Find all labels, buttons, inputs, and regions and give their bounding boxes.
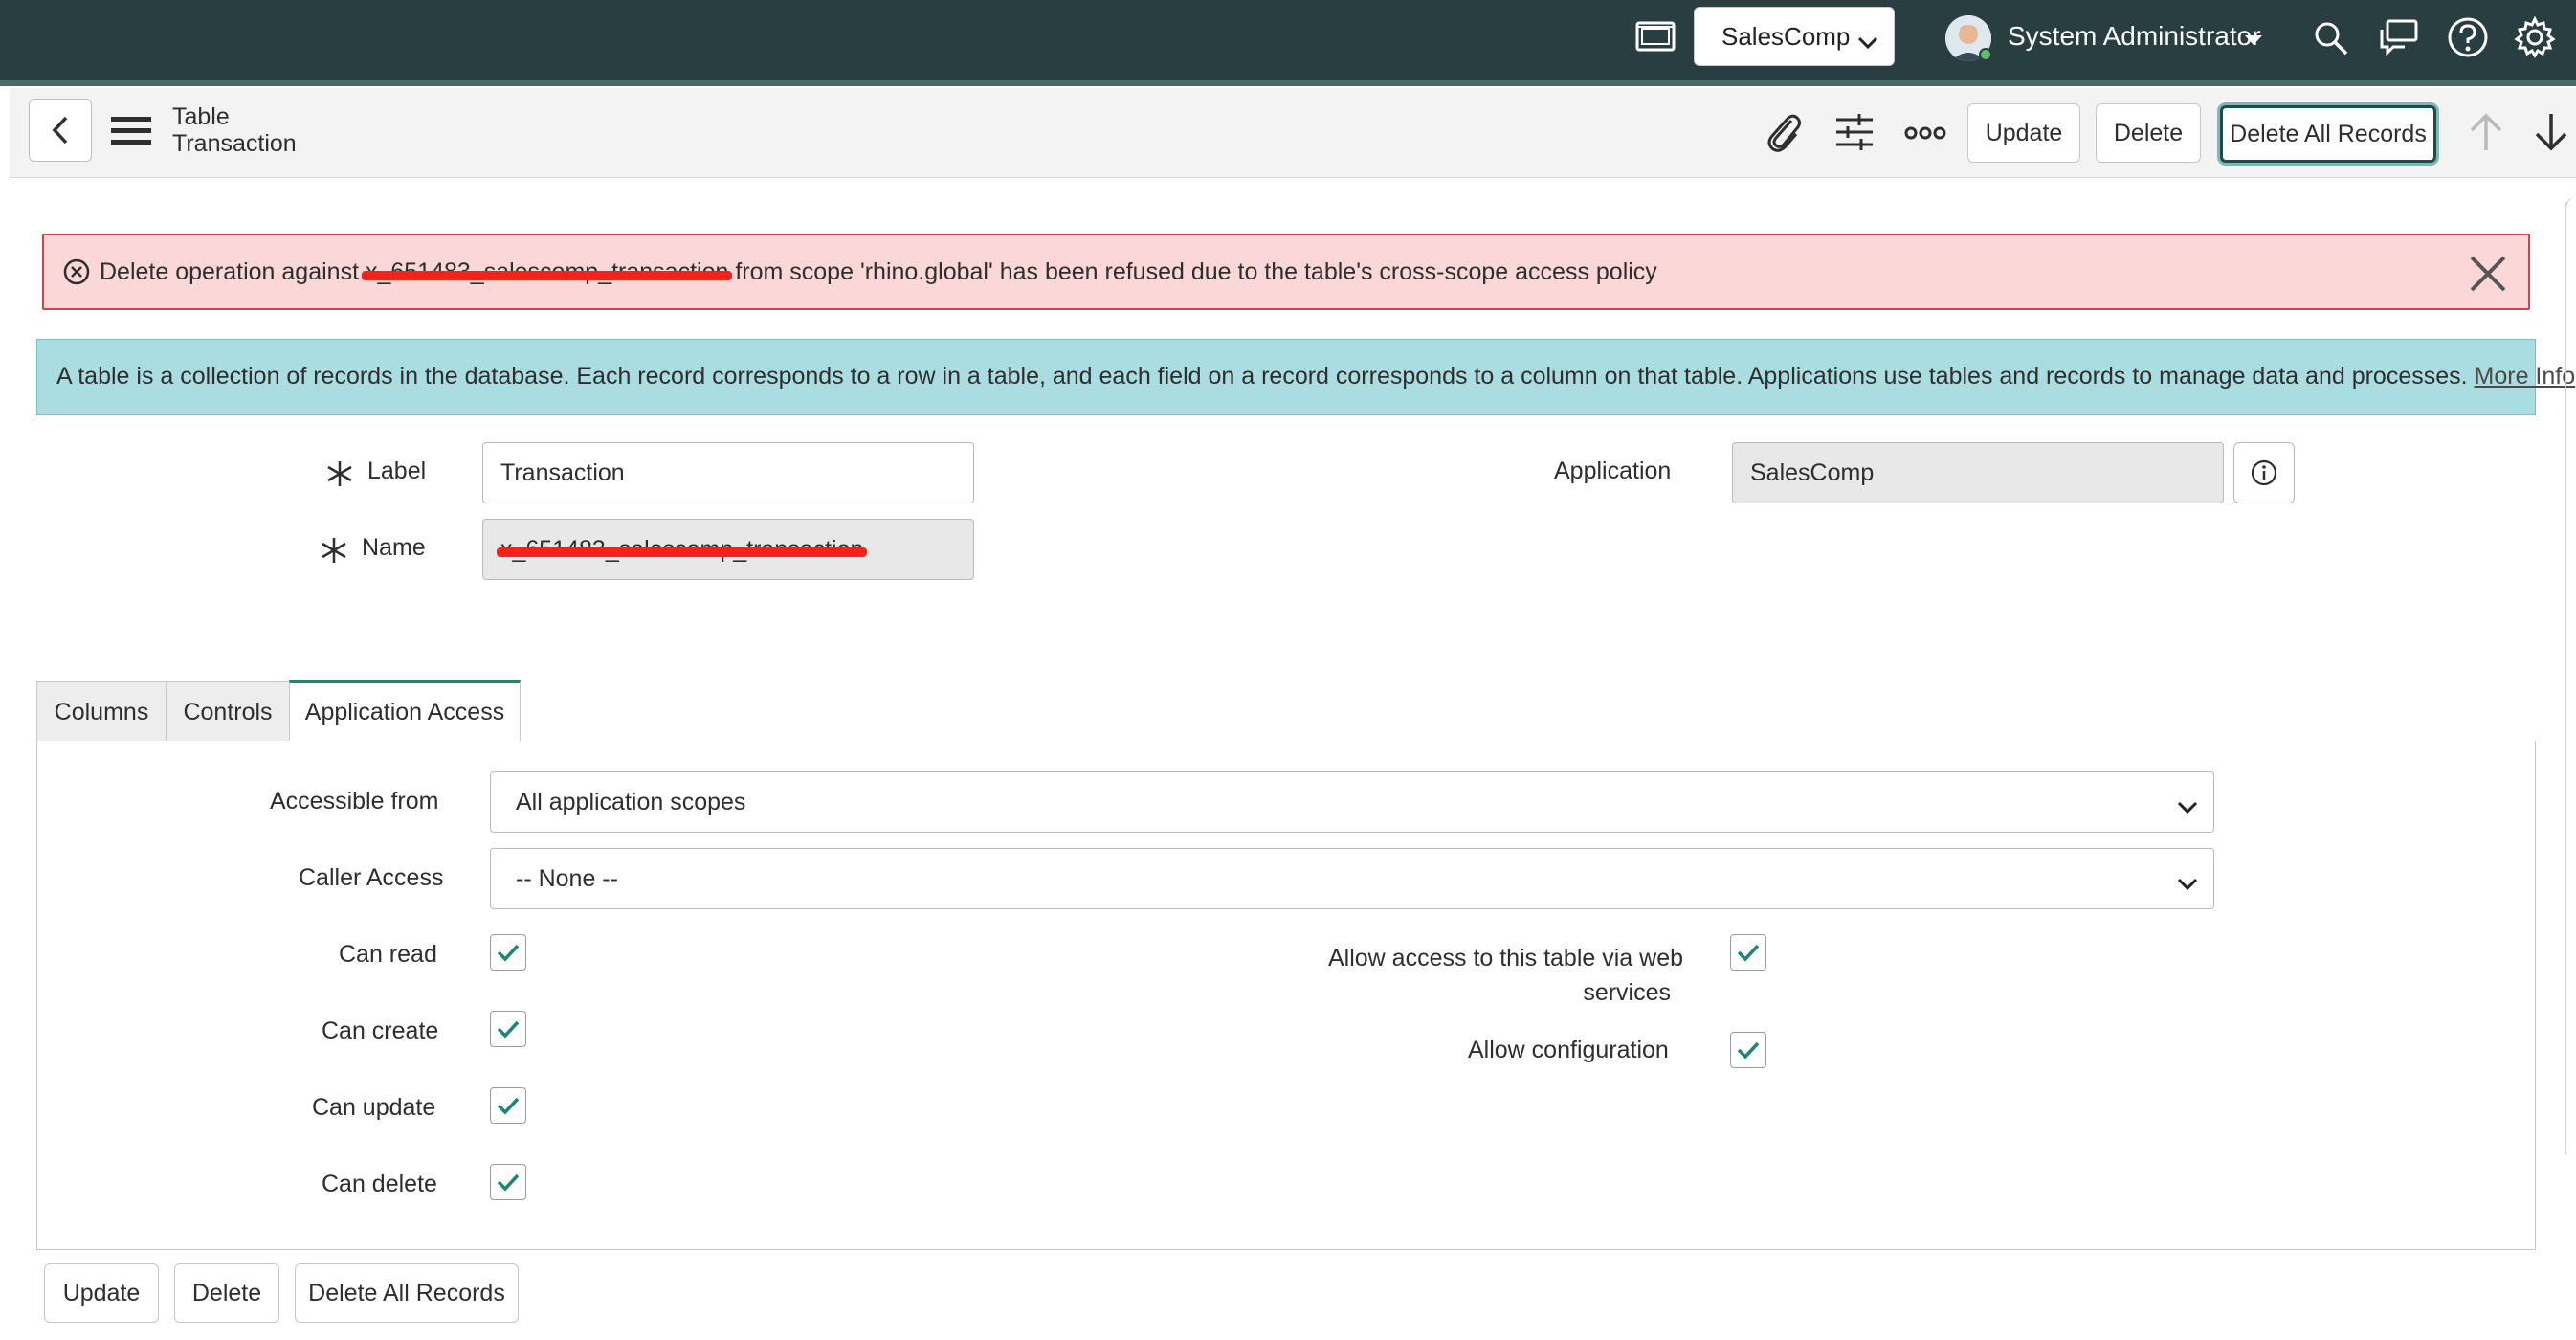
- checkmark-icon: [1737, 1041, 1760, 1060]
- error-message-start: Delete operation against: [100, 258, 366, 285]
- form-title: Table Transaction: [172, 103, 297, 157]
- redacted-table-name: x_651483_salescomp_transaction: [361, 258, 733, 285]
- caller-access-value: -- None --: [516, 864, 618, 892]
- web-services-checkbox[interactable]: [1730, 934, 1766, 971]
- can-create-checkbox[interactable]: [490, 1011, 526, 1047]
- info-icon: [2251, 459, 2277, 486]
- chevron-left-icon: [52, 116, 68, 145]
- caret-down-icon[interactable]: [2245, 33, 2262, 50]
- error-alert: Delete operation against x_651483_salesc…: [42, 234, 2530, 310]
- caller-access-select[interactable]: -- None --: [490, 848, 2214, 909]
- accessible-from-select[interactable]: All application scopes: [490, 771, 2214, 833]
- checkmark-icon: [497, 1020, 520, 1038]
- error-message-end: from scope 'rhino.global' has been refus…: [728, 258, 1657, 285]
- chevron-down-icon: [1857, 27, 1878, 56]
- can-read-checkbox[interactable]: [490, 934, 526, 971]
- bottom-update-button[interactable]: Update: [44, 1263, 159, 1323]
- accessible-from-value: All application scopes: [516, 788, 746, 815]
- application-field-label: Application: [1554, 458, 1672, 484]
- label-field-label: Label: [367, 458, 427, 484]
- bottom-delete-all-records-button[interactable]: Delete All Records: [295, 1263, 519, 1323]
- error-circle-icon: [63, 258, 90, 290]
- form-menu-icon[interactable]: [111, 115, 151, 152]
- can-update-checkbox[interactable]: [490, 1087, 526, 1124]
- arrow-down-icon[interactable]: [2532, 111, 2570, 153]
- user-name[interactable]: System Administrator: [2008, 21, 2261, 52]
- form-title-record: Transaction: [172, 130, 297, 157]
- close-icon[interactable]: [2469, 255, 2507, 298]
- checkmark-icon: [497, 1097, 520, 1115]
- label-input[interactable]: Transaction: [482, 442, 974, 503]
- delete-button[interactable]: Delete: [2096, 103, 2201, 163]
- paperclip-icon[interactable]: [1761, 109, 1807, 155]
- allow-configuration-label: Allow configuration: [1468, 1037, 1669, 1063]
- banner-divider: [0, 80, 2576, 86]
- window-icon[interactable]: [1632, 17, 1678, 56]
- personalize-form-icon[interactable]: [1832, 109, 1877, 155]
- can-delete-label: Can delete: [322, 1171, 437, 1197]
- caller-access-label: Caller Access: [299, 864, 444, 891]
- more-options-icon[interactable]: [1902, 119, 1948, 147]
- redacted-name-value: x_651483_salescomp_transaction: [496, 535, 868, 563]
- tab-columns[interactable]: Columns: [36, 681, 167, 743]
- required-asterisk-icon: [325, 459, 354, 493]
- tab-application-access[interactable]: Application Access: [289, 680, 521, 743]
- accessible-from-label: Accessible from: [270, 788, 439, 815]
- can-delete-checkbox[interactable]: [490, 1164, 526, 1200]
- can-read-label: Can read: [339, 941, 437, 968]
- application-info-button[interactable]: [2233, 442, 2295, 503]
- back-button[interactable]: [29, 99, 92, 162]
- update-button[interactable]: Update: [1967, 103, 2080, 163]
- help-icon[interactable]: [2446, 15, 2490, 59]
- can-create-label: Can create: [322, 1017, 439, 1044]
- more-info-link[interactable]: More Info: [2475, 363, 2576, 390]
- web-services-label-line2: services: [1583, 979, 1671, 1006]
- scope-picker-value: SalesComp: [1721, 21, 1851, 51]
- scope-picker[interactable]: SalesComp: [1694, 7, 1895, 66]
- error-message: Delete operation against x_651483_salesc…: [100, 258, 1657, 286]
- chat-icon[interactable]: [2377, 15, 2421, 59]
- tab-controls[interactable]: Controls: [166, 681, 290, 743]
- checkmark-icon: [1737, 944, 1760, 962]
- checkmark-icon: [497, 1173, 520, 1192]
- checkmark-icon: [497, 944, 520, 962]
- form-title-table: Table: [172, 103, 230, 130]
- name-input: x_651483_salescomp_transaction: [482, 519, 974, 580]
- arrow-up-icon[interactable]: [2467, 111, 2505, 153]
- application-input: SalesComp: [1732, 442, 2224, 503]
- scrollbar[interactable]: [2565, 197, 2576, 1154]
- info-message: A table is a collection of records in th…: [56, 363, 2575, 391]
- presence-indicator: [1979, 48, 1992, 61]
- delete-all-records-button[interactable]: Delete All Records: [2220, 105, 2436, 163]
- chevron-down-icon: [2177, 870, 2198, 898]
- web-services-label-line1: Allow access to this table via web: [1328, 945, 1684, 972]
- info-alert: A table is a collection of records in th…: [36, 339, 2575, 415]
- web-services-label: Allow access to this table via web servi…: [1328, 941, 1684, 1010]
- gear-icon[interactable]: [2513, 15, 2557, 59]
- search-icon[interactable]: [2310, 17, 2352, 59]
- required-asterisk-icon: [320, 536, 348, 570]
- chevron-down-icon: [2177, 793, 2198, 821]
- bottom-delete-button[interactable]: Delete: [174, 1263, 279, 1323]
- info-message-text: A table is a collection of records in th…: [56, 363, 2475, 390]
- allow-configuration-checkbox[interactable]: [1730, 1032, 1766, 1068]
- can-update-label: Can update: [312, 1094, 436, 1121]
- name-field-label: Name: [362, 534, 426, 561]
